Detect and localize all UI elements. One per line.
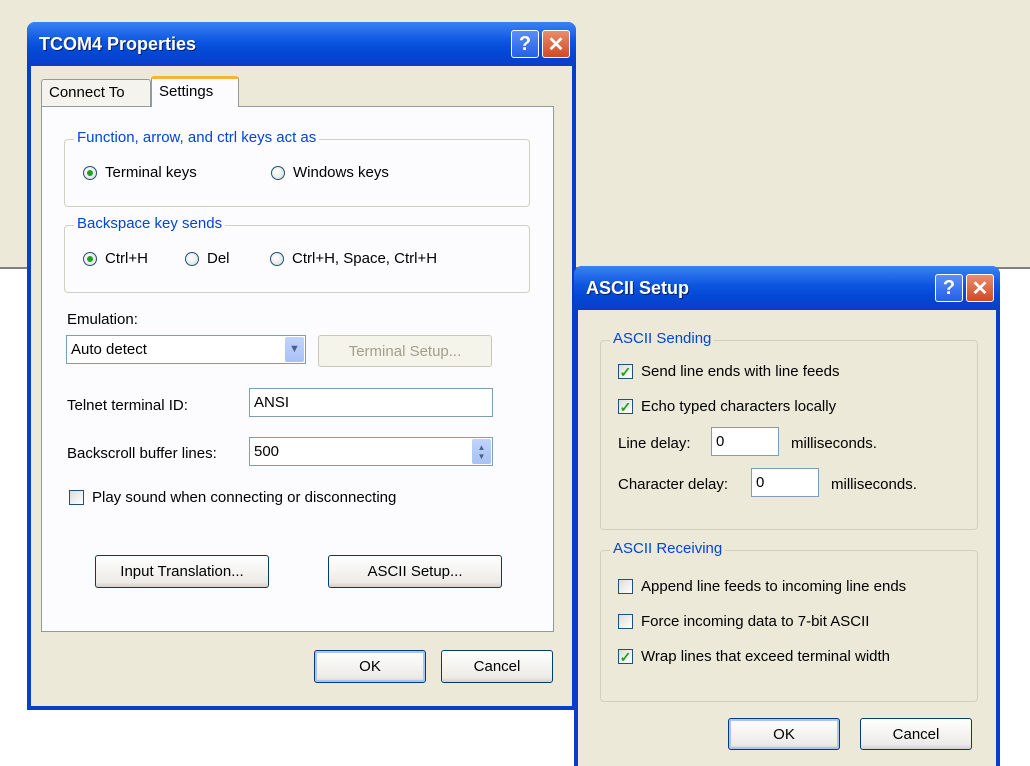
close-icon: ✕ [547,33,565,56]
settings-tab-page: Function, arrow, and ctrl keys act as Te… [41,106,554,632]
ascii-receiving-label: ASCII Receiving [610,540,726,557]
radio-del[interactable]: Del [185,250,230,267]
titlebar[interactable]: ASCII Setup ? ✕ [574,266,1000,310]
backspace-group: Backspace key sends Ctrl+H Del Ctrl+H, S… [64,215,530,293]
ascii-receiving-group: ASCII Receiving Append line feeds to inc… [600,540,978,702]
telnet-id-value: ANSI [254,394,290,411]
wrap-lines-label: Wrap lines that exceed terminal width [641,648,891,665]
tcom4-properties-window: TCOM4 Properties ? ✕ Connect To Settings… [27,22,576,710]
append-line-feeds-label: Append line feeds to incoming line ends [641,578,907,595]
radio-windows-keys-label: Windows keys [293,164,389,181]
ascii-sending-label: ASCII Sending [610,330,715,347]
backscroll-label: Backscroll buffer lines: [67,445,217,462]
echo-checkbox[interactable]: ✓ Echo typed characters locally [618,398,836,415]
echo-label: Echo typed characters locally [641,398,837,415]
radio-dot [270,251,284,266]
close-icon: ✕ [971,277,989,300]
tab-connect-to-label: Connect To [49,84,125,101]
ascii-setup-button[interactable]: ASCII Setup... [328,555,502,588]
dialog-client: Connect To Settings Function, arrow, and… [31,66,572,706]
dialog-client: ASCII Sending ✓ Send line ends with line… [578,310,996,766]
tab-settings-label: Settings [159,83,214,100]
close-button[interactable]: ✕ [542,30,570,58]
titlebar[interactable]: TCOM4 Properties ? ✕ [27,22,576,66]
chevron-down-icon[interactable]: ▼ [285,337,304,362]
char-delay-unit: milliseconds. [831,476,917,493]
line-delay-unit: milliseconds. [791,435,877,452]
char-delay-label: Character delay: [618,476,729,493]
ok-label: OK [359,658,381,675]
checkbox-box: ✓ [618,648,633,665]
terminal-setup-button[interactable]: Terminal Setup... [318,335,492,367]
radio-windows-keys[interactable]: Windows keys [271,164,389,181]
emulation-label: Emulation: [67,311,138,328]
ok-label: OK [773,725,795,743]
line-delay-value: 0 [716,433,725,450]
play-sound-label: Play sound when connecting or disconnect… [92,489,397,506]
radio-terminal-keys-label: Terminal keys [105,164,197,181]
radio-terminal-keys[interactable]: Terminal keys [83,164,197,181]
play-sound-checkbox[interactable]: Play sound when connecting or disconnect… [69,489,396,506]
input-translation-button[interactable]: Input Translation... [95,555,269,588]
backspace-group-label: Backspace key sends [74,215,226,232]
terminal-setup-label: Terminal Setup... [348,342,462,360]
ok-button[interactable]: OK [728,718,840,750]
ascii-sending-group: ASCII Sending ✓ Send line ends with line… [600,330,978,530]
radio-dot-selected [83,165,97,180]
send-line-ends-label: Send line ends with line feeds [641,363,840,380]
send-line-ends-checkbox[interactable]: ✓ Send line ends with line feeds [618,363,839,380]
help-button[interactable]: ? [511,30,539,58]
radio-ctrl-h-label: Ctrl+H [105,250,148,267]
emulation-combo[interactable]: Auto detect ▼ [66,335,306,364]
checkbox-box [69,490,84,505]
radio-dot [271,165,285,180]
radio-ctrl-h-space[interactable]: Ctrl+H, Space, Ctrl+H [270,250,437,267]
emulation-value: Auto detect [71,341,147,358]
force-7bit-label: Force incoming data to 7-bit ASCII [641,613,870,630]
keys-group: Function, arrow, and ctrl keys act as Te… [64,129,530,207]
radio-del-label: Del [207,250,230,267]
help-button[interactable]: ? [935,274,963,302]
window-title: ASCII Setup [586,277,690,298]
spin-buttons-icon[interactable]: ▲ ▼ [472,439,491,464]
checkbox-box: ✓ [618,398,633,415]
cancel-label: Cancel [473,658,521,675]
help-icon: ? [518,32,532,55]
cancel-button[interactable]: Cancel [860,718,972,750]
telnet-id-label: Telnet terminal ID: [67,397,188,414]
ok-button[interactable]: OK [314,650,426,683]
wrap-lines-checkbox[interactable]: ✓ Wrap lines that exceed terminal width [618,648,890,665]
checkbox-box [618,579,633,594]
append-line-feeds-checkbox[interactable]: Append line feeds to incoming line ends [618,578,906,595]
char-delay-field[interactable]: 0 [751,468,819,497]
cancel-button[interactable]: Cancel [441,650,553,683]
window-title: TCOM4 Properties [39,33,197,54]
backscroll-value: 500 [254,443,280,460]
checkbox-box: ✓ [618,363,633,380]
radio-dot-selected [83,251,97,266]
telnet-id-field[interactable]: ANSI [249,388,493,417]
line-delay-field[interactable]: 0 [711,427,779,456]
radio-dot [185,251,199,266]
backscroll-stepper[interactable]: 500 ▲ ▼ [249,437,493,466]
tab-connect-to[interactable]: Connect To [41,79,151,106]
ascii-setup-label: ASCII Setup... [367,563,463,580]
force-7bit-checkbox[interactable]: Force incoming data to 7-bit ASCII [618,613,869,630]
input-translation-label: Input Translation... [120,563,244,580]
close-button[interactable]: ✕ [966,274,994,302]
radio-ctrl-h-space-label: Ctrl+H, Space, Ctrl+H [292,250,438,267]
line-delay-label: Line delay: [618,435,691,452]
keys-group-label: Function, arrow, and ctrl keys act as [74,129,320,146]
help-icon: ? [942,276,956,299]
radio-ctrl-h[interactable]: Ctrl+H [83,250,148,267]
cancel-label: Cancel [892,725,940,743]
tab-settings[interactable]: Settings [151,76,239,107]
ascii-setup-window: ASCII Setup ? ✕ ASCII Sending ✓ Send lin… [574,266,1000,766]
char-delay-value: 0 [756,474,765,491]
checkbox-box [618,614,633,629]
